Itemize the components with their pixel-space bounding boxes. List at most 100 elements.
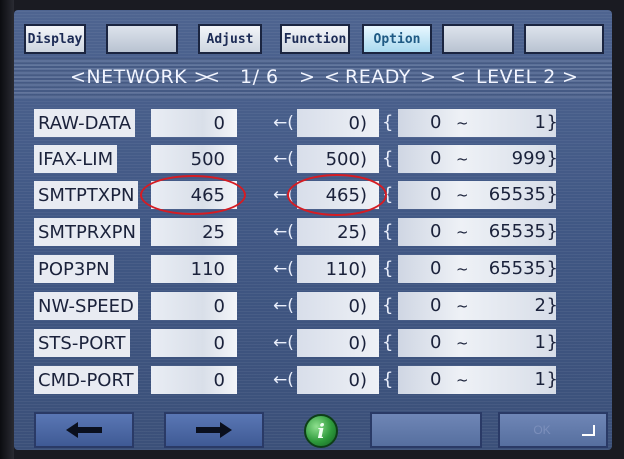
right-arrow-icon bbox=[196, 422, 232, 438]
range-min: 0 bbox=[430, 258, 442, 279]
param-default: 500) bbox=[297, 145, 379, 173]
range-tilde: ~ bbox=[456, 297, 469, 315]
range-tilde: ~ bbox=[456, 150, 469, 168]
param-row-raw-data: RAW-DATA 0 ←( 0) { 0 ~ 1 } bbox=[14, 109, 612, 139]
default-arrow: ←( bbox=[273, 222, 294, 242]
param-range: { 0 ~ 65535 } bbox=[382, 255, 562, 283]
range-max: 1 bbox=[534, 369, 546, 390]
range-open-brace: { bbox=[382, 258, 394, 279]
tab-blank-2[interactable] bbox=[442, 24, 514, 54]
param-name: STS-PORT bbox=[34, 329, 130, 357]
page-prev-indicator: < bbox=[204, 66, 221, 88]
tab-display[interactable]: Display bbox=[24, 24, 86, 54]
ok-button[interactable]: OK bbox=[498, 412, 608, 448]
info-button[interactable]: i bbox=[304, 414, 338, 448]
ok-label: OK bbox=[533, 423, 551, 437]
param-value[interactable]: 500 bbox=[151, 145, 237, 173]
param-value[interactable]: 0 bbox=[151, 329, 237, 357]
range-tilde: ~ bbox=[456, 186, 469, 204]
tab-adjust[interactable]: Adjust bbox=[198, 24, 262, 54]
range-max: 1 bbox=[534, 332, 546, 353]
param-value[interactable]: 0 bbox=[151, 366, 237, 394]
default-arrow: ←( bbox=[273, 296, 294, 316]
tab-blank-3[interactable] bbox=[524, 24, 604, 54]
param-default: 25) bbox=[297, 218, 379, 246]
range-open-brace: { bbox=[382, 221, 394, 242]
range-tilde: ~ bbox=[456, 260, 469, 278]
level-close: > bbox=[562, 66, 579, 88]
back-button[interactable] bbox=[34, 412, 134, 448]
group-name: <NETWORK > bbox=[70, 66, 211, 88]
param-range: { 0 ~ 1 } bbox=[382, 109, 562, 137]
tab-bar: Display Adjust Function Option bbox=[14, 16, 612, 58]
ready-open: < bbox=[324, 66, 341, 88]
range-min: 0 bbox=[430, 112, 442, 133]
param-row-smtprxpn: SMTPRXPN 25 ←( 25) { 0 ~ 65535 } bbox=[14, 218, 612, 248]
status-line: <NETWORK > < 1/ 6 > < READY > < LEVEL 2 … bbox=[14, 58, 612, 98]
param-range: { 0 ~ 65535 } bbox=[382, 218, 562, 246]
param-name: IFAX-LIM bbox=[34, 145, 118, 173]
param-row-ifax-lim: IFAX-LIM 500 ←( 500) { 0 ~ 999 } bbox=[14, 145, 612, 175]
range-min: 0 bbox=[430, 148, 442, 169]
level-open: < bbox=[450, 66, 467, 88]
param-range: { 0 ~ 1 } bbox=[382, 329, 562, 357]
param-default: 110) bbox=[297, 255, 379, 283]
range-close-brace: } bbox=[546, 369, 558, 390]
enter-icon bbox=[582, 425, 595, 436]
range-max: 65535 bbox=[488, 221, 546, 242]
default-arrow: ←( bbox=[273, 259, 294, 279]
range-min: 0 bbox=[430, 295, 442, 316]
next-button[interactable] bbox=[164, 412, 264, 448]
default-arrow: ←( bbox=[273, 113, 294, 133]
range-max: 65535 bbox=[488, 258, 546, 279]
page-next-indicator: > bbox=[299, 66, 316, 88]
left-arrow-icon bbox=[66, 422, 102, 438]
range-close-brace: } bbox=[546, 258, 558, 279]
range-open-brace: { bbox=[382, 148, 394, 169]
param-default: 0) bbox=[297, 292, 379, 320]
param-name: NW-SPEED bbox=[34, 292, 138, 320]
param-value[interactable]: 0 bbox=[151, 292, 237, 320]
param-value[interactable]: 25 bbox=[151, 218, 237, 246]
range-min: 0 bbox=[430, 332, 442, 353]
default-arrow: ←( bbox=[273, 333, 294, 353]
blank-button[interactable] bbox=[370, 412, 482, 448]
ready-status: READY bbox=[345, 66, 411, 88]
range-close-brace: } bbox=[546, 112, 558, 133]
range-tilde: ~ bbox=[456, 334, 469, 352]
level-indicator: LEVEL 2 bbox=[476, 66, 556, 88]
highlight-circle-value bbox=[140, 175, 246, 215]
param-default: 0) bbox=[297, 366, 379, 394]
param-value[interactable]: 110 bbox=[151, 255, 237, 283]
tab-function[interactable]: Function bbox=[280, 24, 350, 54]
range-min: 0 bbox=[430, 369, 442, 390]
ready-close: > bbox=[420, 66, 437, 88]
range-close-brace: } bbox=[546, 184, 558, 205]
range-min: 0 bbox=[430, 184, 442, 205]
range-tilde: ~ bbox=[456, 223, 469, 241]
param-range: { 0 ~ 1 } bbox=[382, 366, 562, 394]
range-max: 1 bbox=[534, 112, 546, 133]
param-row-cmd-port: CMD-PORT 0 ←( 0) { 0 ~ 1 } bbox=[14, 366, 612, 396]
param-name: SMTPRXPN bbox=[34, 218, 140, 246]
range-open-brace: { bbox=[382, 112, 394, 133]
range-max: 2 bbox=[534, 295, 546, 316]
param-range: { 0 ~ 999 } bbox=[382, 145, 562, 173]
highlight-circle-default bbox=[287, 174, 387, 216]
param-name: SMTPTXPN bbox=[34, 181, 139, 209]
param-value[interactable]: 0 bbox=[151, 109, 237, 137]
lcd-screen: Display Adjust Function Option <NETWORK … bbox=[14, 10, 612, 450]
param-row-sts-port: STS-PORT 0 ←( 0) { 0 ~ 1 } bbox=[14, 329, 612, 359]
range-open-brace: { bbox=[382, 332, 394, 353]
tab-blank-1[interactable] bbox=[106, 24, 178, 54]
bottom-toolbar: i OK bbox=[14, 402, 612, 450]
param-row-nw-speed: NW-SPEED 0 ←( 0) { 0 ~ 2 } bbox=[14, 292, 612, 322]
range-tilde: ~ bbox=[456, 371, 469, 389]
tab-option[interactable]: Option bbox=[362, 24, 432, 54]
range-max: 999 bbox=[511, 148, 546, 169]
param-name: POP3PN bbox=[34, 255, 114, 283]
param-name: RAW-DATA bbox=[34, 109, 136, 137]
range-close-brace: } bbox=[546, 148, 558, 169]
param-default: 0) bbox=[297, 329, 379, 357]
default-arrow: ←( bbox=[273, 370, 294, 390]
